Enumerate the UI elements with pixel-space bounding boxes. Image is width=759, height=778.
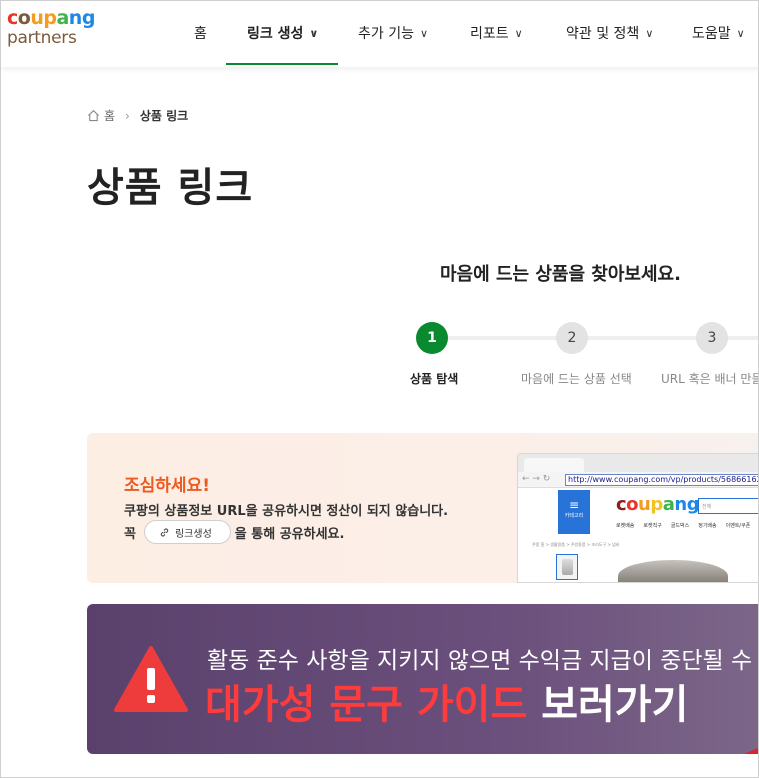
nav-help-label: 도움말 <box>692 26 731 42</box>
mock-url: http://www.coupang.com/vp/products/56866… <box>565 474 758 486</box>
chevron-down-icon: ∨ <box>309 26 319 40</box>
section-subtitle: 마음에 드는 상품을 찾아보세요. <box>440 264 681 285</box>
menu-icon: ≡ <box>568 498 580 512</box>
active-nav-indicator <box>226 63 338 65</box>
mock-menu-item: 로켓직구 <box>643 523 662 529</box>
warning-instruction: 꼭 링크생성 을 통해 공유하세요. <box>124 520 344 544</box>
mock-menu-item: 이벤트/쿠폰 <box>725 523 751 529</box>
mock-category-label: 카테고리 <box>564 513 584 519</box>
step-1-circle: 1 <box>416 322 448 354</box>
mock-nav-arrows-icon: ← → ↻ <box>522 474 551 484</box>
breadcrumb: 홈 › 상품 링크 <box>87 107 188 124</box>
mock-product-thumbnail <box>556 554 578 580</box>
nav-home[interactable]: 홈 <box>194 1 207 65</box>
mock-breadcrumb: 쿠팡 홈 > 생활용품 > 주방용품 > 조리도구 > 냄비 <box>532 542 620 547</box>
link-create-pill-label: 링크생성 <box>174 528 212 540</box>
mock-product-image <box>618 560 728 582</box>
nav-link-create-label: 링크 생성 <box>247 26 304 42</box>
mock-menu: 로켓배송 로켓직구 골드박스 정기배송 이벤트/쿠폰 <box>616 522 750 529</box>
warning-triangle-icon <box>114 646 188 712</box>
warning-suffix: 을 통해 공유하세요. <box>234 526 345 542</box>
guide-cta: 대가성 문구 가이드 보러가기 <box>205 672 688 730</box>
mock-tab <box>524 458 584 472</box>
page-frame: coupang partners 홈 링크 생성 ∨ 추가 기능 ∨ 리포트 ∨… <box>0 0 759 778</box>
nav-report[interactable]: 리포트 ∨ <box>470 1 523 65</box>
home-icon[interactable] <box>87 109 100 122</box>
nav-terms-policy-label: 약관 및 정책 <box>566 26 640 42</box>
coupang-partners-logo[interactable]: coupang partners <box>7 9 95 47</box>
guide-notice-text: 활동 준수 사항을 지키지 않으면 수익금 지급이 중단될 수 <box>207 648 753 674</box>
chevron-right-icon: › <box>125 108 130 123</box>
link-icon <box>160 528 169 536</box>
nav-extra-features-label: 추가 기능 <box>358 26 414 42</box>
mock-menu-item: 정기배송 <box>698 523 717 529</box>
warning-text: 쿠팡의 상품정보 URL을 공유하시면 정산이 되지 않습니다. <box>124 504 449 519</box>
mock-thumb-image <box>562 559 573 575</box>
guide-cta-action: 보러가기 <box>541 682 689 728</box>
page-title: 상품 링크 <box>87 165 254 211</box>
step-1-label: 상품 탐색 <box>410 372 459 386</box>
step-3-circle: 3 <box>696 322 728 354</box>
step-3-label: URL 혹은 배너 만들기 <box>661 372 758 386</box>
mock-menu-item: 골드박스 <box>670 523 690 529</box>
mock-tab-bar <box>518 454 758 472</box>
breadcrumb-home[interactable]: 홈 <box>104 107 115 124</box>
guide-cta-highlight: 대가성 문구 가이드 <box>205 682 528 728</box>
mock-coupang-logo: coupang <box>616 494 700 515</box>
chevron-down-icon: ∨ <box>645 26 654 40</box>
mock-menu-item: 로켓배송 <box>616 523 635 529</box>
warning-banner: 조심하세요! 쿠팡의 상품정보 URL을 공유하시면 정산이 되지 않습니다. … <box>87 433 758 583</box>
chevron-down-icon: ∨ <box>736 26 745 40</box>
nav-help[interactable]: 도움말 ∨ <box>692 1 745 65</box>
breadcrumb-current: 상품 링크 <box>139 109 189 123</box>
mock-category-button: ≡ 카테고리 <box>558 490 590 534</box>
banner-corner-ribbon <box>741 738 758 754</box>
step-2-circle: 2 <box>556 322 588 354</box>
link-create-pill: 링크생성 <box>143 520 231 544</box>
step-2-label: 마음에 드는 상품 선택 <box>521 372 632 386</box>
nav-link-create[interactable]: 링크 생성 ∨ <box>247 1 318 65</box>
mock-search-box: 전체 <box>698 498 758 514</box>
mock-address-bar: ← → ↻ http://www.coupang.com/vp/products… <box>518 472 758 488</box>
nav-terms-policy[interactable]: 약관 및 정책 ∨ <box>566 1 653 65</box>
top-header: coupang partners 홈 링크 생성 ∨ 추가 기능 ∨ 리포트 ∨… <box>1 1 758 67</box>
browser-mockup-image: ← → ↻ http://www.coupang.com/vp/products… <box>517 453 758 583</box>
warning-prefix: 꼭 <box>124 526 136 542</box>
logo-subtitle: partners <box>7 28 77 48</box>
nav-home-label: 홈 <box>194 26 207 42</box>
guide-banner[interactable]: 활동 준수 사항을 지키지 않으면 수익금 지급이 중단될 수 대가성 문구 가… <box>87 604 758 754</box>
chevron-down-icon: ∨ <box>514 26 523 40</box>
logo-wordmark: coupang <box>7 7 95 29</box>
chevron-down-icon: ∨ <box>419 26 429 40</box>
nav-report-label: 리포트 <box>470 26 509 42</box>
warning-title: 조심하세요! <box>124 476 210 496</box>
nav-extra-features[interactable]: 추가 기능 ∨ <box>358 1 428 65</box>
